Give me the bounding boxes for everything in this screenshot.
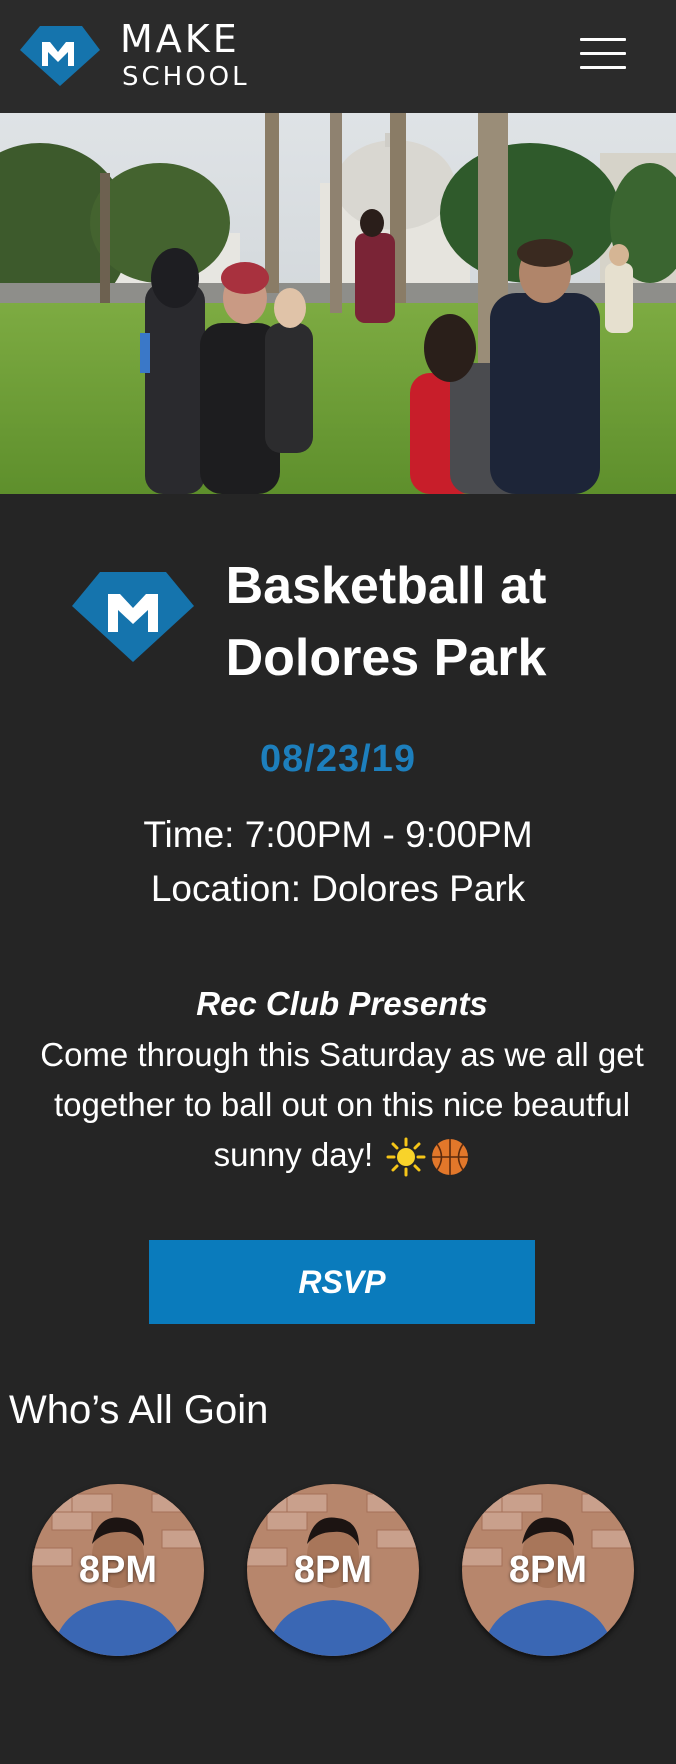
- attendees-heading: Who’s All Goin: [9, 1388, 269, 1432]
- brand-wordmark[interactable]: MAKE SCHOOL: [120, 20, 250, 90]
- attendee-avatar[interactable]: 8PM: [32, 1484, 204, 1656]
- attendee-time-label: 8PM: [78, 1549, 158, 1591]
- make-school-logo-icon: [72, 572, 194, 662]
- event-description: Come through this Saturday as we all get…: [40, 1030, 644, 1180]
- hamburger-menu-icon[interactable]: [580, 38, 626, 86]
- attendee-avatar[interactable]: 8PM: [247, 1484, 419, 1656]
- rsvp-button[interactable]: RSVP: [149, 1240, 535, 1324]
- attendee-time-label: 8PM: [508, 1549, 588, 1591]
- attendee-avatar[interactable]: 8PM: [462, 1484, 634, 1656]
- attendee-list: 8PM 8PM 8PM: [0, 1484, 676, 1660]
- event-location: Location: Dolores Park: [150, 868, 526, 909]
- brand-line-school: SCHOOL: [122, 62, 250, 92]
- event-presenter: Rec Club Presents: [196, 985, 488, 1022]
- sun-emoji-icon: [386, 1137, 426, 1177]
- event-title: Basketball at Dolores Park: [225, 557, 547, 687]
- brand-line-make: MAKE: [120, 17, 240, 61]
- event-time: Time: 7:00PM - 9:00PM: [143, 814, 533, 855]
- attendee-time-label: 8PM: [293, 1549, 373, 1591]
- event-header: Basketball at Dolores Park: [0, 540, 676, 700]
- event-hero-photo: [0, 113, 676, 494]
- event-meta: Time: 7:00PM - 9:00PM Location: Dolores …: [0, 808, 676, 916]
- make-school-logo-icon[interactable]: [16, 24, 102, 88]
- top-nav-bar: MAKE SCHOOL: [0, 0, 676, 114]
- event-description-text: Come through this Saturday as we all get…: [40, 1036, 644, 1173]
- basketball-emoji-icon: [432, 1139, 469, 1176]
- event-date: 08/23/19: [260, 738, 416, 780]
